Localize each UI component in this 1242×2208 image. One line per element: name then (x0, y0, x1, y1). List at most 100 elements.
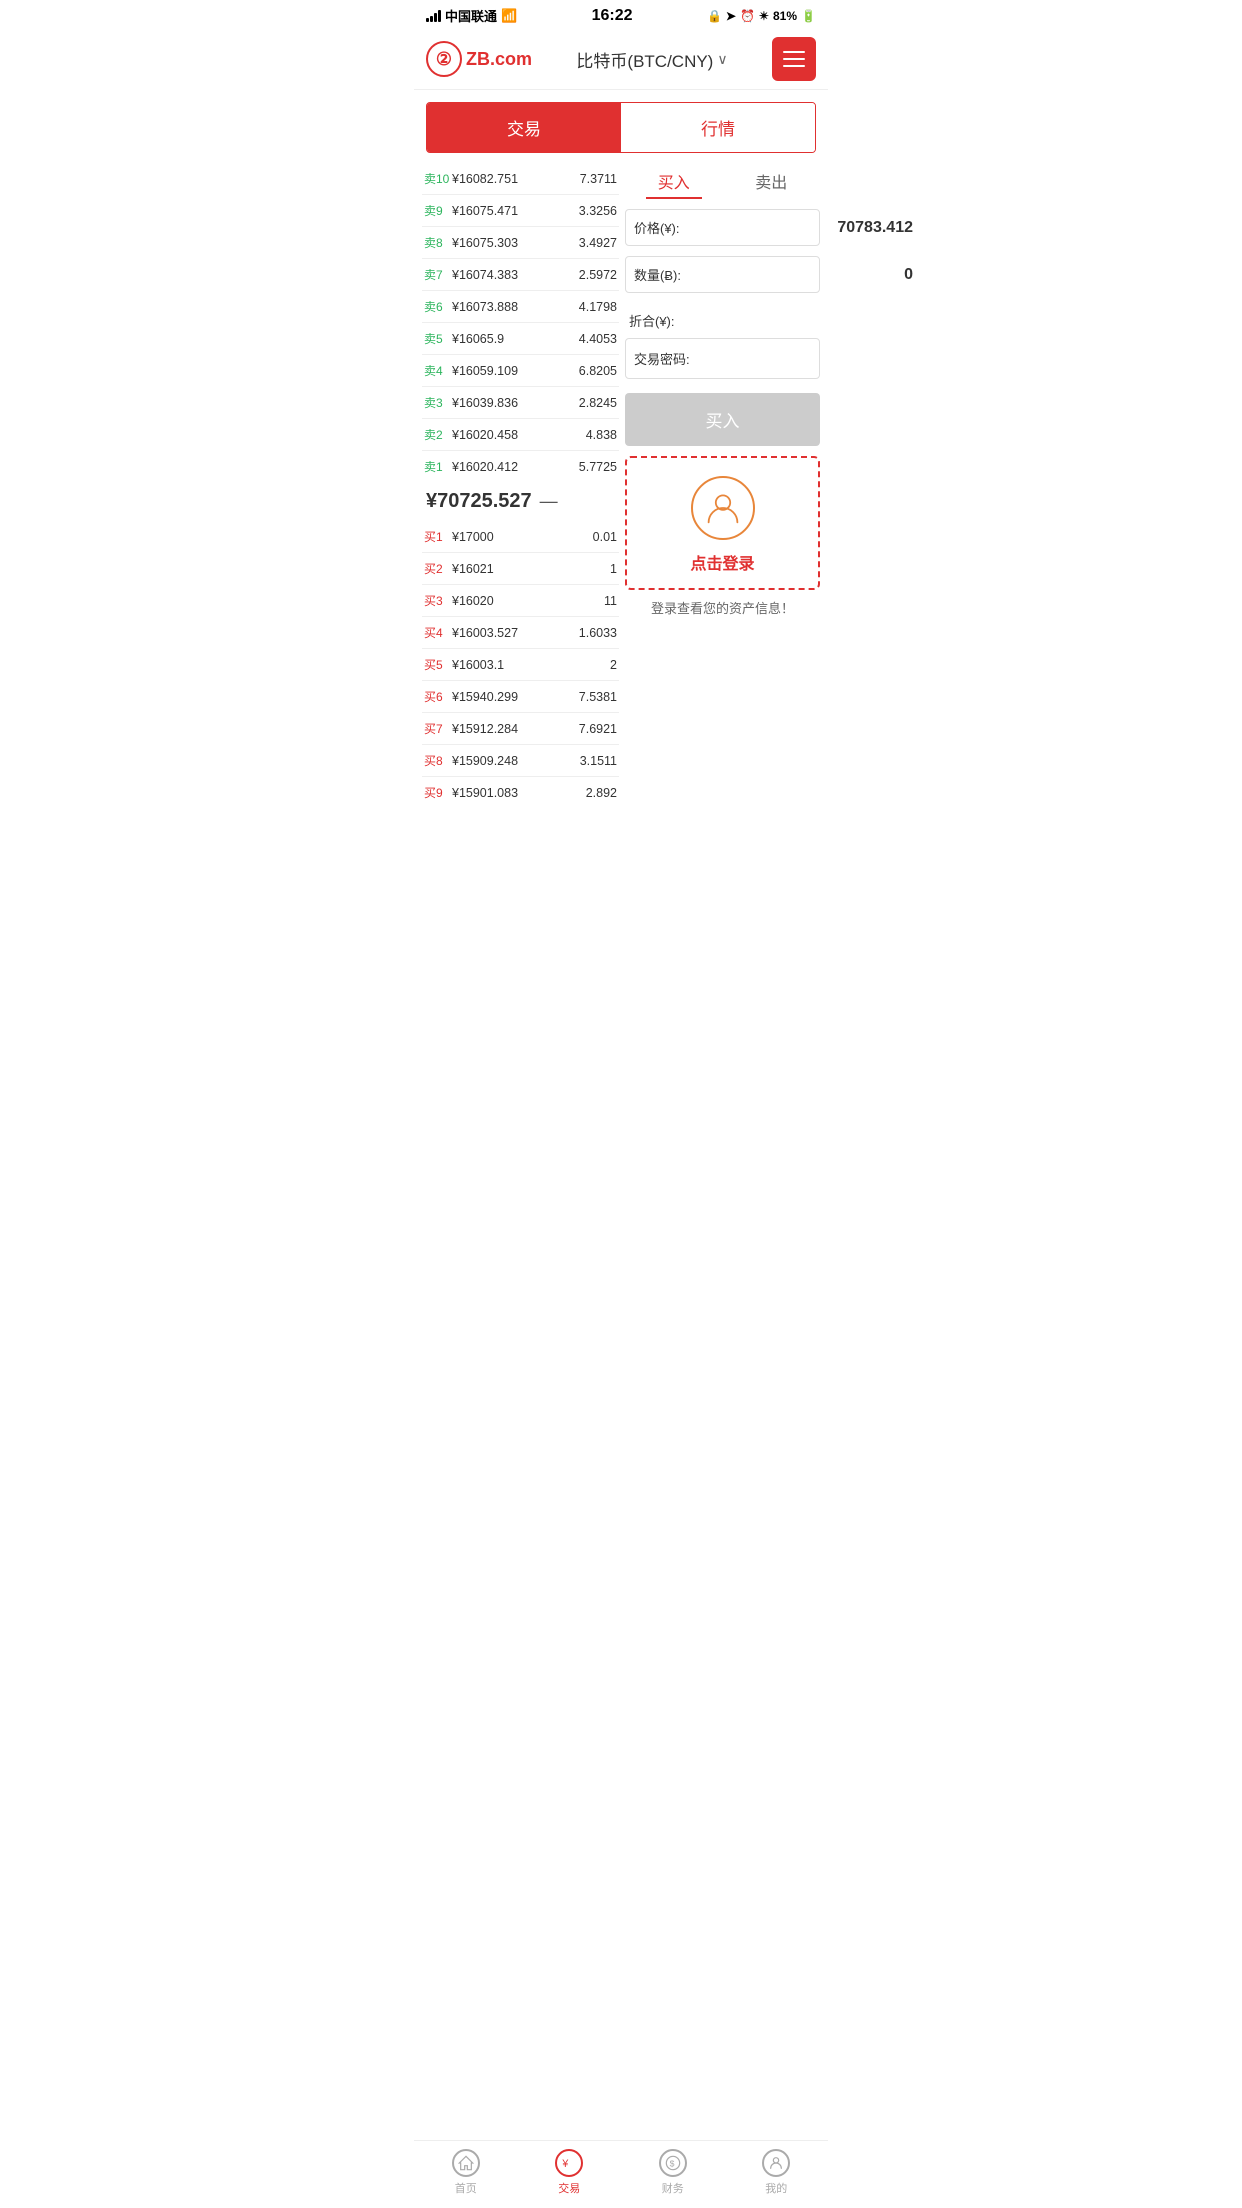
tab-buy[interactable]: 买入 (646, 165, 702, 199)
buy-label: 买5 (424, 656, 450, 673)
price-input[interactable] (694, 219, 913, 237)
svg-text:$: $ (669, 2158, 674, 2168)
sell-qty: 7.3711 (567, 172, 617, 186)
sell-price: ¥16074.383 (450, 268, 567, 282)
menu-line-2 (783, 58, 805, 60)
buy-label: 买7 (424, 720, 450, 737)
qty-field-group: 数量(Ƀ): (625, 256, 820, 293)
buy-price: ¥16020 (450, 594, 567, 608)
sell-price: ¥16082.751 (450, 172, 567, 186)
buy-qty: 11 (567, 594, 617, 608)
price-field-row: 价格(¥): (625, 209, 820, 246)
total-field-row: 折合(¥): (625, 303, 820, 338)
tab-trade[interactable]: 交易 (427, 103, 621, 152)
sell-label: 卖9 (424, 202, 450, 219)
sell-order-row: 卖10 ¥16082.751 7.3711 (422, 165, 619, 192)
sell-price: ¥16020.412 (450, 460, 567, 474)
sell-price: ¥16039.836 (450, 396, 567, 410)
logo-icon: ② (426, 41, 462, 77)
total-label: 折合(¥): (629, 311, 675, 330)
time-display: 16:22 (592, 7, 633, 25)
status-right: 🔒 ➤ ⏰ ✴ 81% 🔋 (707, 9, 816, 23)
sell-price: ¥16020.458 (450, 428, 567, 442)
sell-qty: 4.838 (567, 428, 617, 442)
sell-orders: 卖10 ¥16082.751 7.3711 卖9 ¥16075.471 3.32… (422, 165, 619, 480)
right-panel: 买入 卖出 价格(¥): 数量(Ƀ): 折合(¥): 交易密码: (625, 165, 820, 806)
sell-label: 卖3 (424, 394, 450, 411)
sell-qty: 2.8245 (567, 396, 617, 410)
nav-mine[interactable]: 我的 (762, 2149, 790, 2196)
buy-qty: 3.1511 (567, 754, 617, 768)
bottom-nav: 首页 ¥ 交易 $ 财务 我的 (414, 2140, 828, 2208)
carrier-label: 中国联通 (445, 6, 497, 25)
buy-label: 买6 (424, 688, 450, 705)
sell-order-row: 卖4 ¥16059.109 6.8205 (422, 357, 619, 384)
user-avatar-icon (691, 476, 755, 540)
login-prompt[interactable]: 点击登录 (625, 456, 820, 590)
sell-order-row: 卖7 ¥16074.383 2.5972 (422, 261, 619, 288)
sell-label: 卖6 (424, 298, 450, 315)
sell-qty: 6.8205 (567, 364, 617, 378)
sell-price: ¥16059.109 (450, 364, 567, 378)
location-icon: ➤ (726, 9, 736, 23)
chevron-down-icon: ∨ (717, 51, 727, 68)
sell-order-row: 卖6 ¥16073.888 4.1798 (422, 293, 619, 320)
buy-order-row: 买3 ¥16020 11 (422, 587, 619, 614)
trade-icon: ¥ (555, 2149, 583, 2177)
buy-price: ¥16003.1 (450, 658, 567, 672)
buy-order-row: 买2 ¥16021 1 (422, 555, 619, 582)
status-bar: 中国联通 📶 16:22 🔒 ➤ ⏰ ✴ 81% 🔋 (414, 0, 828, 29)
nav-trade[interactable]: ¥ 交易 (555, 2149, 583, 2196)
sell-qty: 2.5972 (567, 268, 617, 282)
sell-order-row: 卖8 ¥16075.303 3.4927 (422, 229, 619, 256)
buy-price: ¥15909.248 (450, 754, 567, 768)
buy-label: 买8 (424, 752, 450, 769)
buy-price: ¥15901.083 (450, 786, 567, 800)
sell-qty: 4.1798 (567, 300, 617, 314)
menu-button[interactable] (772, 37, 816, 81)
buy-qty: 7.6921 (567, 722, 617, 736)
qty-input[interactable] (694, 266, 913, 284)
nav-finance-label: 财务 (662, 2180, 684, 2196)
battery-label: 81% (773, 9, 797, 23)
login-text: 点击登录 (690, 550, 754, 574)
password-field-row: 交易密码: (625, 338, 820, 379)
sell-label: 卖2 (424, 426, 450, 443)
current-price: ¥70725.527 (426, 490, 532, 513)
buy-qty: 2 (567, 658, 617, 672)
tab-market[interactable]: 行情 (621, 103, 815, 152)
password-field-group: 交易密码: (625, 338, 820, 379)
finance-icon: $ (659, 2149, 687, 2177)
price-label: 价格(¥): (634, 218, 694, 237)
sell-order-row: 卖2 ¥16020.458 4.838 (422, 421, 619, 448)
lock-icon: 🔒 (707, 9, 722, 23)
sell-qty: 4.4053 (567, 332, 617, 346)
sell-label: 卖7 (424, 266, 450, 283)
app-header: ② ZB.com 比特币(BTC/CNY) ∨ (414, 29, 828, 90)
svg-text:¥: ¥ (562, 2158, 569, 2170)
main-content: 卖10 ¥16082.751 7.3711 卖9 ¥16075.471 3.32… (414, 165, 828, 806)
buy-price: ¥15940.299 (450, 690, 567, 704)
buy-order-row: 买7 ¥15912.284 7.6921 (422, 715, 619, 742)
nav-home[interactable]: 首页 (452, 2149, 480, 2196)
sell-label: 卖8 (424, 234, 450, 251)
buy-price: ¥16021 (450, 562, 567, 576)
buy-label: 买1 (424, 528, 450, 545)
alarm-icon: ⏰ (740, 9, 755, 23)
password-input[interactable] (694, 350, 913, 368)
sell-price: ¥16073.888 (450, 300, 567, 314)
nav-finance[interactable]: $ 财务 (659, 2149, 687, 2196)
buy-button[interactable]: 买入 (625, 393, 820, 446)
price-field-group: 价格(¥): (625, 209, 820, 246)
buy-qty: 7.5381 (567, 690, 617, 704)
mine-icon (762, 2149, 790, 2177)
buy-label: 买9 (424, 784, 450, 801)
tab-sell[interactable]: 卖出 (743, 165, 799, 199)
sell-order-row: 卖9 ¥16075.471 3.3256 (422, 197, 619, 224)
sell-qty: 5.7725 (567, 460, 617, 474)
home-icon (452, 2149, 480, 2177)
sell-label: 卖5 (424, 330, 450, 347)
nav-mine-label: 我的 (765, 2180, 787, 2196)
buy-sell-tabs: 买入 卖出 (625, 165, 820, 199)
header-title[interactable]: 比特币(BTC/CNY) ∨ (576, 47, 727, 72)
